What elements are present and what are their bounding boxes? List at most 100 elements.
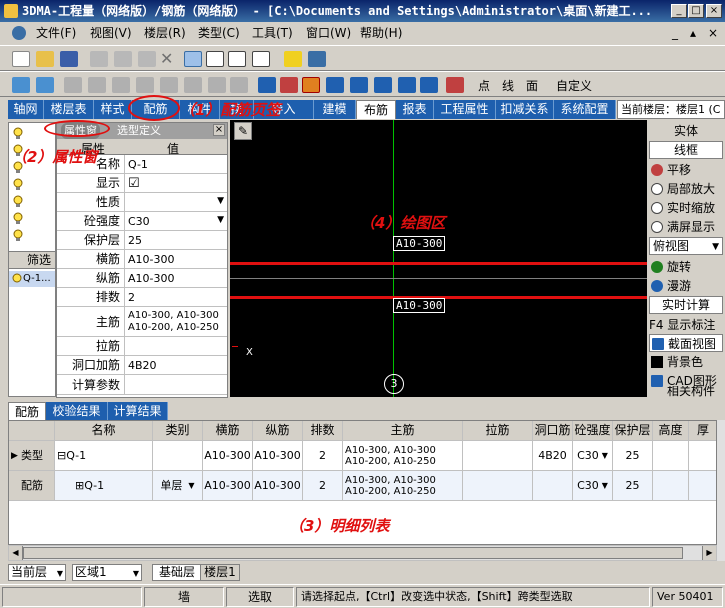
- table-cell[interactable]: 2: [303, 441, 343, 471]
- row-header[interactable]: ▶ 类型: [9, 441, 55, 471]
- tab-axis-grid[interactable]: 轴网: [8, 100, 44, 119]
- mdi-minimize-button[interactable]: _: [672, 26, 678, 40]
- points-button[interactable]: 点: [478, 77, 490, 94]
- scroll-right-icon[interactable]: ▶: [702, 546, 716, 560]
- grid-header[interactable]: 保护层: [613, 421, 653, 441]
- table-cell[interactable]: A10-300: [253, 471, 303, 501]
- tab-calc-results[interactable]: 计算结果: [108, 402, 168, 420]
- table-cell[interactable]: ⊟Q-1: [55, 441, 153, 471]
- realtime-calc-button[interactable]: 实时计算: [649, 296, 723, 314]
- rebar-beam-icon[interactable]: [280, 77, 298, 93]
- dropdown-arrow-icon[interactable]: ▼: [217, 196, 224, 206]
- column-icon[interactable]: [64, 77, 82, 93]
- table-cell[interactable]: [653, 471, 689, 501]
- table-cell[interactable]: 单层 ▼: [153, 471, 203, 501]
- rebar-angle-icon[interactable]: [398, 77, 416, 93]
- rebar-label-top[interactable]: A10-300: [393, 236, 446, 251]
- component-tree-item[interactable]: Q-1...: [9, 271, 55, 287]
- list-view-icon[interactable]: [228, 51, 246, 67]
- current-floor-select[interactable]: 当前楼层：楼层1 (C: [617, 100, 725, 119]
- table-cell[interactable]: C30 ▼: [573, 471, 613, 501]
- cut-icon[interactable]: [90, 51, 108, 67]
- prop-row-nature[interactable]: 性质 ▼: [57, 193, 227, 212]
- bulb-icon[interactable]: [13, 212, 23, 225]
- grid-header[interactable]: 主筋: [343, 421, 463, 441]
- grid-header[interactable]: 厚: [689, 421, 716, 441]
- prop-row-tie-rebar[interactable]: 拉筋: [57, 337, 227, 356]
- menu-type[interactable]: 类型(C): [198, 26, 240, 42]
- fit-screen-button[interactable]: 满屏显示: [649, 218, 723, 236]
- table-cell[interactable]: 2: [303, 471, 343, 501]
- tab-system-config[interactable]: 系统配置: [554, 100, 616, 119]
- rebar-label-bottom[interactable]: A10-300: [393, 298, 446, 313]
- dropdown-arrow-icon[interactable]: ▼: [217, 215, 224, 225]
- tab-check-results[interactable]: 校验结果: [46, 402, 108, 420]
- prop-row-concrete[interactable]: 砼强度 C30 ▼: [57, 212, 227, 231]
- grid-header[interactable]: 高度: [653, 421, 689, 441]
- table-cell[interactable]: ⊞Q-1: [55, 471, 153, 501]
- rebar-l-icon[interactable]: [420, 77, 438, 93]
- prop-row-cover[interactable]: 保护层 25: [57, 231, 227, 250]
- table-cell[interactable]: 25: [613, 471, 653, 501]
- tab-style[interactable]: 样式: [94, 100, 132, 119]
- row-header[interactable]: 配筋: [9, 471, 55, 501]
- save-icon[interactable]: [60, 51, 78, 67]
- tab-report[interactable]: 报表: [396, 100, 434, 119]
- maximize-button[interactable]: □: [688, 4, 704, 18]
- table-cell[interactable]: 4B20: [533, 441, 573, 471]
- tab-deduction[interactable]: 扣减关系: [496, 100, 554, 119]
- opening-icon[interactable]: [160, 77, 178, 93]
- prop-row-vertical-rebar[interactable]: 纵筋 A10-300: [57, 269, 227, 288]
- open-folder-icon[interactable]: [36, 51, 54, 67]
- axis-number-bubble[interactable]: 3: [384, 374, 404, 394]
- menu-help[interactable]: 帮助(H): [360, 26, 402, 42]
- mdi-close-button[interactable]: ×: [708, 26, 718, 40]
- grid-header[interactable]: 横筋: [203, 421, 253, 441]
- prop-row-layers[interactable]: 排数 2: [57, 288, 227, 307]
- table-cell[interactable]: [153, 441, 203, 471]
- visible-checkbox[interactable]: ☑: [125, 174, 227, 192]
- background-color-button[interactable]: 背景色: [649, 353, 723, 371]
- custom-button[interactable]: 自定义: [556, 77, 592, 94]
- pile-icon[interactable]: [230, 77, 248, 93]
- rebar-column-icon[interactable]: [258, 77, 276, 93]
- menu-view[interactable]: 视图(V): [90, 26, 132, 42]
- filter-label[interactable]: 筛选: [9, 251, 55, 269]
- bulb-icon[interactable]: [13, 178, 23, 191]
- grid-header[interactable]: 纵筋: [253, 421, 303, 441]
- minimize-button[interactable]: _: [671, 4, 687, 18]
- region-combo[interactable]: 区域1 ▼: [72, 564, 142, 581]
- axis-grid-icon[interactable]: [12, 77, 30, 93]
- table-cell[interactable]: A10-300: [203, 441, 253, 471]
- menu-floor[interactable]: 楼层(R): [144, 26, 186, 42]
- walk-button[interactable]: 漫游: [649, 277, 723, 295]
- bulb-icon[interactable]: [13, 229, 23, 242]
- wall-icon[interactable]: [112, 77, 130, 93]
- table-cell[interactable]: 25: [613, 441, 653, 471]
- paste-icon[interactable]: [138, 51, 156, 67]
- grid-view-icon[interactable]: [184, 51, 202, 67]
- vertical-scrollbar[interactable]: [717, 420, 725, 561]
- prop-row-visible[interactable]: 显示 ☑: [57, 174, 227, 193]
- section-view-button[interactable]: 截面视图: [649, 334, 723, 352]
- tab-floor-table[interactable]: 楼层表: [44, 100, 94, 119]
- home-icon[interactable]: [446, 77, 464, 93]
- zoom-realtime-button[interactable]: 实时缩放: [649, 199, 723, 217]
- bulb-icon[interactable]: [13, 127, 23, 140]
- new-file-icon[interactable]: [12, 51, 30, 67]
- table-cell[interactable]: C30 ▼: [573, 441, 613, 471]
- zoom-window-button[interactable]: 局部放大: [649, 180, 723, 198]
- stair-icon[interactable]: [184, 77, 202, 93]
- tab-modeling[interactable]: 建模: [314, 100, 356, 119]
- pencil-icon[interactable]: ✎: [234, 122, 252, 140]
- table-cell[interactable]: A10-300: [253, 441, 303, 471]
- table-view-icon[interactable]: [206, 51, 224, 67]
- table-cell[interactable]: A10-300, A10-300 A10-200, A10-250: [343, 441, 463, 471]
- mdi-restore-button[interactable]: ▴: [690, 26, 696, 40]
- table-cell[interactable]: A10-300: [203, 471, 253, 501]
- table-cell[interactable]: [533, 471, 573, 501]
- rebar-stair-icon[interactable]: [350, 77, 368, 93]
- view-direction-select[interactable]: 俯视图 ▼: [649, 237, 723, 255]
- grid-header[interactable]: 类别: [153, 421, 203, 441]
- scroll-thumb[interactable]: [23, 547, 683, 559]
